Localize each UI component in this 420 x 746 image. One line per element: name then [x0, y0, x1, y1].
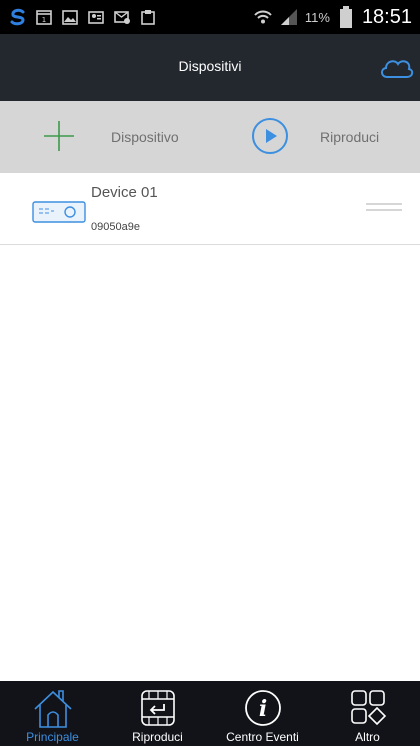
clipboard-icon [138, 6, 158, 28]
play-label[interactable]: Riproduci [320, 129, 379, 145]
nav-altro[interactable]: Altro [315, 681, 420, 746]
nav-riproduci[interactable]: Riproduci [105, 681, 210, 746]
plus-icon [44, 121, 74, 151]
sms-icon [112, 6, 132, 28]
calendar-icon: 1 [34, 6, 54, 28]
device-list-item[interactable]: Device 01 09050a9e [0, 173, 420, 245]
cloud-icon [381, 60, 414, 78]
contacts-icon [86, 6, 106, 28]
bottom-navigation: Principale Riproduci i Centro Eventi Alt… [0, 681, 420, 746]
nav-label-riproduci: Riproduci [132, 730, 183, 744]
playback-icon [140, 690, 175, 726]
nav-principale[interactable]: Principale [0, 681, 105, 746]
page-title: Dispositivi [178, 58, 242, 74]
svg-text:1: 1 [42, 16, 46, 24]
wifi-icon [253, 6, 273, 28]
header: Dispositivi [0, 34, 420, 101]
nav-label-altro: Altro [355, 730, 380, 744]
battery-percent: 11% [304, 9, 330, 25]
drag-handle-icon[interactable] [366, 201, 402, 215]
device-toolbar: Dispositivo Riproduci [0, 101, 420, 173]
clock: 18:51 [361, 5, 412, 28]
more-icon [350, 690, 386, 726]
info-icon: i [244, 690, 281, 726]
nav-label-centro-eventi: Centro Eventi [226, 730, 299, 744]
gallery-icon [60, 6, 80, 28]
svg-text:i: i [258, 696, 266, 722]
play-button[interactable] [251, 117, 289, 155]
add-device-button[interactable] [42, 119, 76, 153]
device-id: 09050a9e [91, 221, 140, 233]
play-icon [252, 118, 288, 154]
device-name: Device 01 [91, 184, 158, 201]
notification-icons: 1 [8, 5, 158, 29]
nav-label-principale: Principale [26, 730, 79, 744]
cloud-button[interactable] [378, 52, 414, 82]
battery-icon [336, 6, 356, 28]
system-status: 11% 18:51 [253, 4, 412, 30]
signal-icon [279, 6, 299, 28]
app-s-icon [8, 6, 28, 28]
dvr-device-icon [32, 201, 86, 223]
status-bar: 1 11% 18:51 [0, 0, 420, 34]
add-device-label[interactable]: Dispositivo [111, 129, 179, 145]
nav-centro-eventi[interactable]: i Centro Eventi [210, 681, 315, 746]
home-icon [33, 690, 72, 728]
